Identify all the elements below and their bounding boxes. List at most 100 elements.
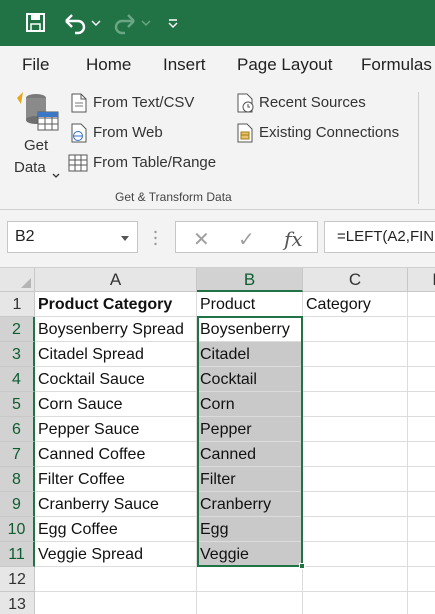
- cell-c6[interactable]: [303, 417, 408, 442]
- cell-c8[interactable]: [303, 467, 408, 492]
- ribbon: Get Data From Text/CSV From Web From Tab…: [0, 86, 435, 210]
- name-box[interactable]: B2: [7, 221, 138, 253]
- cell-b12[interactable]: [197, 567, 303, 592]
- splitter-handle-icon[interactable]: [154, 230, 157, 246]
- cell-a9[interactable]: Cranberry Sauce: [35, 492, 197, 517]
- cell-c5[interactable]: [303, 392, 408, 417]
- column-header-a[interactable]: A: [35, 268, 197, 292]
- get-data-label-1: Get: [24, 137, 49, 154]
- cell-d6[interactable]: [408, 417, 435, 442]
- save-icon[interactable]: [26, 9, 46, 37]
- undo-icon[interactable]: [62, 9, 102, 37]
- cell-d12[interactable]: [408, 567, 435, 592]
- tab-page-layout[interactable]: Page Layout: [237, 55, 332, 75]
- cell-c4[interactable]: [303, 367, 408, 392]
- cell-c10[interactable]: [303, 517, 408, 542]
- cell-d5[interactable]: [408, 392, 435, 417]
- cell-a5[interactable]: Corn Sauce: [35, 392, 197, 417]
- cell-d10[interactable]: [408, 517, 435, 542]
- cell-c12[interactable]: [303, 567, 408, 592]
- cell-a4[interactable]: Cocktail Sauce: [35, 367, 197, 392]
- tab-formulas[interactable]: Formulas: [361, 55, 432, 75]
- ribbon-separator: [418, 92, 419, 204]
- cell-b7[interactable]: Canned: [197, 442, 303, 467]
- cell-d7[interactable]: [408, 442, 435, 467]
- column-header-d[interactable]: D: [408, 268, 435, 292]
- cell-c2[interactable]: [303, 317, 408, 342]
- from-table-range-button[interactable]: From Table/Range: [93, 154, 216, 171]
- worksheet-grid[interactable]: ABCD1Product CategoryProductCategory2Boy…: [0, 268, 435, 614]
- cell-b3[interactable]: Citadel: [197, 342, 303, 367]
- cell-b6[interactable]: Pepper: [197, 417, 303, 442]
- cell-c3[interactable]: [303, 342, 408, 367]
- cell-d4[interactable]: [408, 367, 435, 392]
- cell-b2[interactable]: Boysenberry: [197, 317, 303, 342]
- customize-icon[interactable]: [166, 9, 180, 37]
- cell-d1[interactable]: [408, 292, 435, 317]
- cell-a6[interactable]: Pepper Sauce: [35, 417, 197, 442]
- cell-d9[interactable]: [408, 492, 435, 517]
- recent-sources-icon: [236, 93, 256, 118]
- cell-b8[interactable]: Filter: [197, 467, 303, 492]
- cell-a12[interactable]: [35, 567, 197, 592]
- row-header[interactable]: 10: [0, 517, 35, 542]
- cell-b1[interactable]: Product: [197, 292, 303, 317]
- row-header[interactable]: 6: [0, 417, 35, 442]
- cell-a1[interactable]: Product Category: [35, 292, 197, 317]
- row-header[interactable]: 1: [0, 292, 35, 317]
- cell-b5[interactable]: Corn: [197, 392, 303, 417]
- insert-function-icon[interactable]: fx: [284, 227, 303, 251]
- tab-insert[interactable]: Insert: [163, 55, 206, 75]
- cell-c13[interactable]: [303, 592, 408, 614]
- cell-d8[interactable]: [408, 467, 435, 492]
- row-header[interactable]: 3: [0, 342, 35, 367]
- from-text-csv-button[interactable]: From Text/CSV: [93, 94, 194, 111]
- cancel-icon[interactable]: ✕: [193, 227, 210, 252]
- chevron-down-icon[interactable]: [121, 236, 129, 241]
- name-box-value: B2: [15, 228, 35, 245]
- redo-icon[interactable]: [112, 9, 152, 37]
- cell-d3[interactable]: [408, 342, 435, 367]
- cell-a11[interactable]: Veggie Spread: [35, 542, 197, 567]
- row-header[interactable]: 8: [0, 467, 35, 492]
- cell-d11[interactable]: [408, 542, 435, 567]
- cell-a13[interactable]: [35, 592, 197, 614]
- cell-b9[interactable]: Cranberry: [197, 492, 303, 517]
- cell-a2[interactable]: Boysenberry Spread: [35, 317, 197, 342]
- row-header[interactable]: 12: [0, 567, 35, 592]
- tab-file[interactable]: File: [22, 55, 49, 75]
- cell-c11[interactable]: [303, 542, 408, 567]
- enter-check-icon[interactable]: ✓: [238, 227, 255, 252]
- row-header[interactable]: 2: [0, 317, 35, 342]
- row-header[interactable]: 9: [0, 492, 35, 517]
- cell-a8[interactable]: Filter Coffee: [35, 467, 197, 492]
- cell-c9[interactable]: [303, 492, 408, 517]
- formula-bar: B2 ✕ ✓ fx =LEFT(A2,FIND(" ",A2)-1): [0, 210, 435, 268]
- cell-d13[interactable]: [408, 592, 435, 614]
- tab-home[interactable]: Home: [86, 55, 131, 75]
- row-header[interactable]: 5: [0, 392, 35, 417]
- row-header[interactable]: 7: [0, 442, 35, 467]
- cell-d2[interactable]: [408, 317, 435, 342]
- table-icon: [68, 153, 88, 178]
- cell-c1[interactable]: Category: [303, 292, 408, 317]
- cell-b11[interactable]: Veggie: [197, 542, 303, 567]
- cell-a3[interactable]: Citadel Spread: [35, 342, 197, 367]
- cell-b4[interactable]: Cocktail: [197, 367, 303, 392]
- from-web-button[interactable]: From Web: [93, 124, 163, 141]
- cell-b10[interactable]: Egg: [197, 517, 303, 542]
- formula-input[interactable]: =LEFT(A2,FIND(" ",A2)-1): [324, 221, 435, 253]
- existing-connections-button[interactable]: Existing Connections: [259, 124, 399, 141]
- column-header-b[interactable]: B: [197, 268, 303, 292]
- row-header[interactable]: 11: [0, 542, 35, 567]
- cell-a7[interactable]: Canned Coffee: [35, 442, 197, 467]
- row-header[interactable]: 4: [0, 367, 35, 392]
- cell-b13[interactable]: [197, 592, 303, 614]
- existing-connections-icon: [236, 123, 256, 148]
- select-all-button[interactable]: [0, 268, 35, 292]
- column-header-c[interactable]: C: [303, 268, 408, 292]
- cell-c7[interactable]: [303, 442, 408, 467]
- cell-a10[interactable]: Egg Coffee: [35, 517, 197, 542]
- recent-sources-button[interactable]: Recent Sources: [259, 94, 366, 111]
- row-header[interactable]: 13: [0, 592, 35, 614]
